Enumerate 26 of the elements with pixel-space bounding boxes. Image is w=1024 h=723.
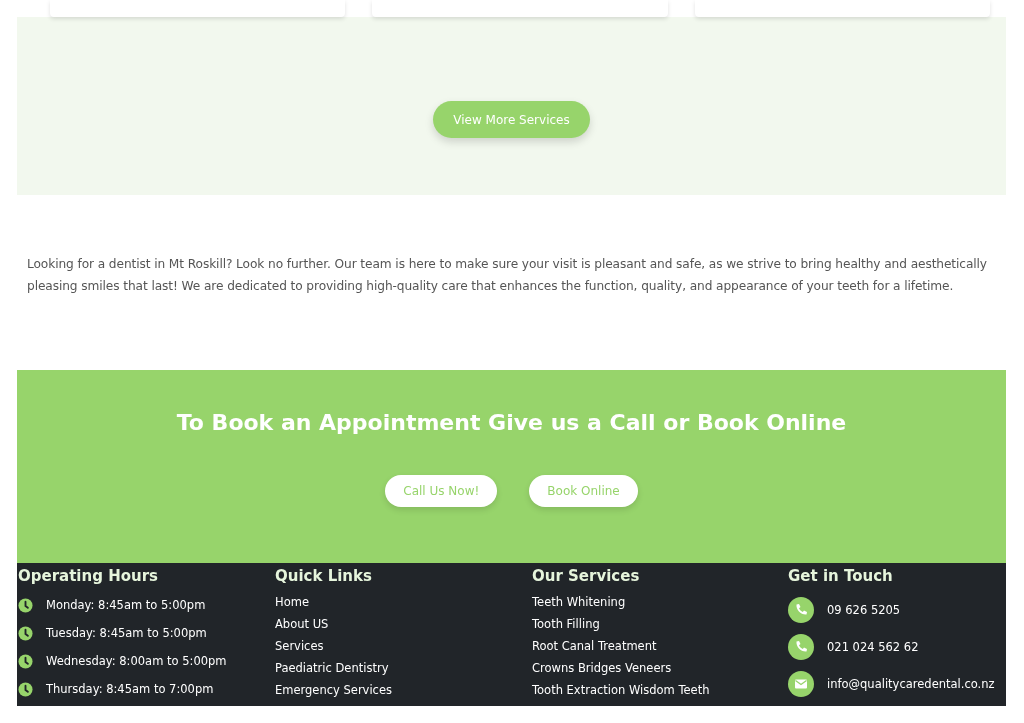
footer-heading: Our Services [532, 567, 641, 585]
email-icon [788, 670, 814, 697]
footer-link[interactable]: Emergency Services [275, 679, 532, 701]
footer-heading: Get in Touch [788, 567, 894, 585]
footer-link[interactable]: About US [275, 613, 532, 635]
contact-text: 021 024 562 62 [827, 639, 919, 654]
hours-text: Tuesday: 8:45am to 5:00pm [46, 626, 207, 640]
booking-title: To Book an Appointment Give us a Call or Book Online [176, 410, 847, 435]
service-link[interactable]: Tooth Filling [532, 613, 788, 635]
phone-icon [788, 596, 814, 623]
service-link[interactable]: Root Canal Treatment [532, 635, 788, 657]
footer-link[interactable]: Services [275, 635, 532, 657]
hours-text: Wednesday: 8:00am to 5:00pm [46, 654, 227, 668]
footer-link[interactable]: Home [275, 591, 532, 613]
service-link[interactable]: Crowns Bridges Veneers [532, 657, 788, 679]
hours-text: Monday: 8:45am to 5:00pm [46, 598, 206, 612]
contact-text: info@qualitycaredental.co.nz [827, 676, 995, 691]
service-link[interactable]: Teeth Whitening [532, 591, 788, 613]
footer-link[interactable]: Paediatric Dentistry [275, 657, 532, 679]
contact-text: 09 626 5205 [827, 602, 901, 617]
footer-heading: Operating Hours [18, 567, 159, 585]
service-link[interactable]: Tooth Extraction Wisdom Teeth [532, 679, 788, 701]
intro-paragraph: Looking for a dentist in Mt Roskill? Look no further. Our team is here to make sure your visit is pleasant and safe, as we strive to bring healthy and aesthetically pleasing smiles that last! We are dedicated to providing high-quality care that enhances the function, quality, and appearance of your teeth for a lifetime. [27, 256, 988, 295]
hours-text: Thursday: 8:45am to 7:00pm [46, 682, 214, 696]
phone-icon [788, 633, 814, 660]
footer-heading: Quick Links [275, 567, 373, 585]
